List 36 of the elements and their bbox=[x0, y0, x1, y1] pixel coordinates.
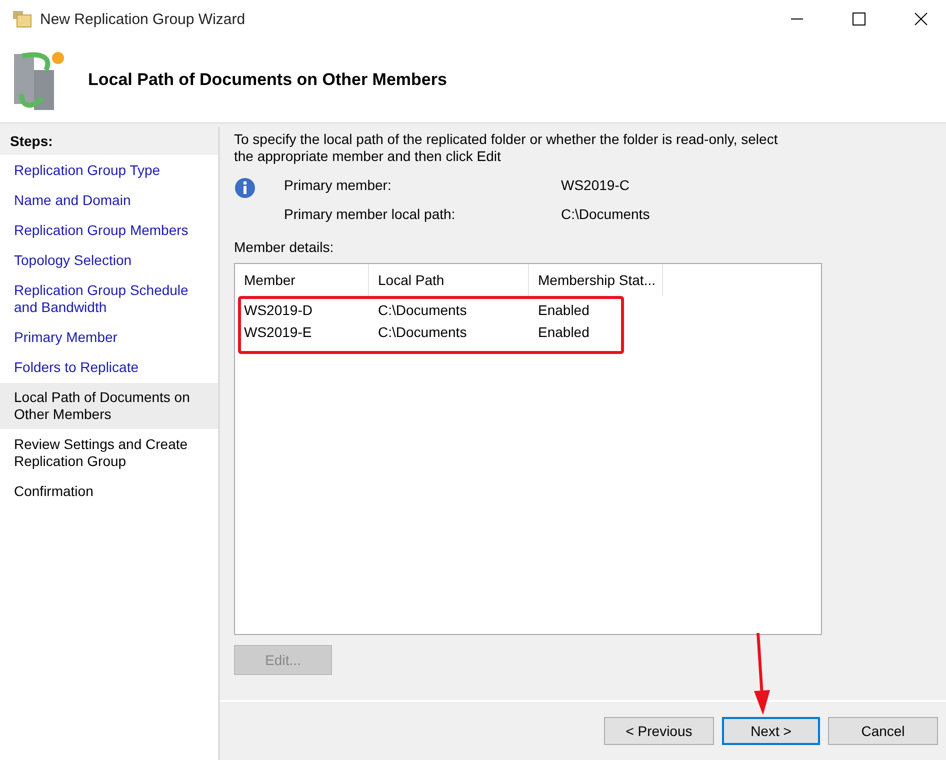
table-cell-text: WS2019-D bbox=[243, 302, 314, 318]
maximize-button[interactable] bbox=[852, 12, 866, 26]
step-item[interactable]: Primary Member bbox=[0, 323, 218, 352]
step-item[interactable]: Local Path of Documents on Other Members bbox=[0, 383, 218, 429]
table-cell-text: Enabled bbox=[537, 324, 590, 340]
table-cell-text: C:\Documents bbox=[377, 302, 468, 318]
table-cell-text: WS2019-E bbox=[243, 324, 313, 340]
info-value: WS2019-C bbox=[561, 177, 630, 194]
info-icon bbox=[234, 177, 256, 199]
column-header[interactable]: Local Path bbox=[369, 264, 529, 296]
column-header[interactable]: Member bbox=[235, 264, 369, 296]
column-header[interactable]: Membership Stat... bbox=[529, 264, 663, 296]
wizard-button[interactable]: Next > bbox=[722, 717, 820, 745]
folder-icon bbox=[12, 10, 32, 28]
step-item[interactable]: Replication Group Members bbox=[0, 216, 218, 245]
step-item[interactable]: Folders to Replicate bbox=[0, 353, 218, 382]
table-cell-text: C:\Documents bbox=[377, 324, 468, 340]
step-item[interactable]: Name and Domain bbox=[0, 186, 218, 215]
info-value: C:\Documents bbox=[561, 206, 650, 223]
info-label: Primary member local path: bbox=[284, 206, 456, 223]
step-item[interactable]: Replication Group Type bbox=[0, 156, 218, 185]
page-title: Local Path of Documents on Other Members bbox=[88, 70, 447, 90]
member-list[interactable]: Member Local Path Membership Stat... WS2019-D C:\Documents Enabled WS2019-E C:\Documents Enabled bbox=[234, 263, 822, 635]
table-cell-text: Enabled bbox=[537, 302, 590, 318]
steps-heading: Steps: bbox=[10, 133, 53, 149]
step-item[interactable]: Topology Selection bbox=[0, 246, 218, 275]
member-details-label: Member details: bbox=[234, 239, 335, 255]
wizard-button[interactable]: < Previous bbox=[604, 717, 714, 745]
step-item[interactable]: Replication Group Schedule and Bandwidth bbox=[0, 276, 218, 322]
step-item[interactable]: Confirmation bbox=[0, 477, 218, 506]
wizard-button[interactable]: Cancel bbox=[828, 717, 938, 745]
step-item[interactable]: Review Settings and Create Replication Group bbox=[0, 430, 218, 476]
info-label: Primary member: bbox=[284, 177, 392, 194]
window-title: New Replication Group Wizard bbox=[40, 10, 246, 28]
close-button[interactable] bbox=[914, 12, 928, 26]
instructions: To specify the local path of the replicated folder or whether the folder is read-only, select the appropriate member and then click Edit bbox=[234, 131, 779, 165]
